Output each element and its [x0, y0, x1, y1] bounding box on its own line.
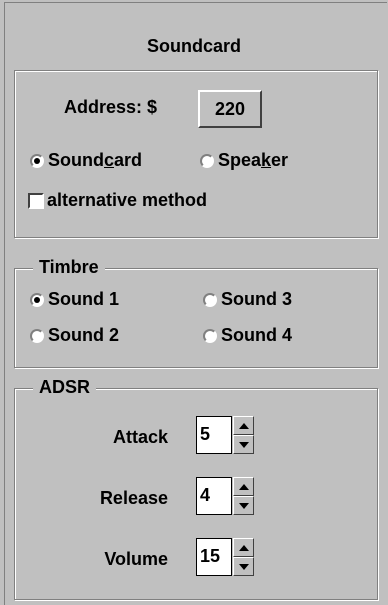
attack-up-button[interactable]	[233, 416, 254, 435]
release-label: Release	[99, 488, 168, 508]
up-arrow-icon	[239, 423, 249, 429]
volume-spinner	[233, 538, 254, 576]
radio-sound-3-label: Sound 3	[221, 289, 292, 309]
radio-sound-4-label: Sound 4	[221, 325, 292, 345]
radio-icon	[203, 293, 217, 308]
radio-soundcard[interactable]: Soundcard	[30, 150, 142, 171]
down-arrow-icon	[239, 564, 249, 570]
adsr-group-label: ADSR	[33, 377, 97, 398]
radio-sound-3[interactable]: Sound 3	[203, 289, 292, 310]
up-arrow-icon	[239, 484, 249, 490]
release-input[interactable]: 4	[196, 477, 232, 515]
address-label: Address: $	[64, 97, 158, 117]
timbre-group-label: Timbre	[33, 257, 105, 278]
checkbox-icon	[28, 193, 44, 210]
radio-icon	[200, 154, 214, 169]
dialog-title: Soundcard	[146, 36, 241, 56]
down-arrow-icon	[239, 503, 249, 509]
timbre-group: Timbre	[14, 257, 378, 368]
release-down-button[interactable]	[233, 496, 254, 515]
alt-method-label: alternative method	[47, 190, 208, 210]
radio-speaker[interactable]: Speaker	[200, 150, 288, 171]
volume-label: Volume	[104, 549, 168, 569]
volume-input[interactable]: 15	[196, 538, 232, 576]
radio-speaker-label: Speaker	[218, 150, 289, 170]
address-value: 220	[214, 99, 246, 119]
up-arrow-icon	[239, 545, 249, 551]
radio-soundcard-label: Soundcard	[48, 150, 143, 170]
radio-icon	[30, 154, 44, 169]
radio-sound-4[interactable]: Sound 4	[203, 325, 292, 346]
attack-down-button[interactable]	[233, 435, 254, 454]
radio-sound-1-label: Sound 1	[48, 289, 119, 309]
radio-sound-1[interactable]: Sound 1	[30, 289, 119, 310]
radio-icon	[30, 329, 44, 344]
attack-spinner	[233, 416, 254, 454]
radio-icon	[203, 329, 217, 344]
attack-input[interactable]: 5	[196, 416, 232, 454]
alt-method-checkbox[interactable]: alternative method	[28, 190, 207, 211]
volume-down-button[interactable]	[233, 557, 254, 576]
address-field[interactable]: 220	[198, 90, 262, 128]
release-up-button[interactable]	[233, 477, 254, 496]
volume-up-button[interactable]	[233, 538, 254, 557]
attack-label: Attack	[112, 427, 168, 447]
radio-sound-2-label: Sound 2	[48, 325, 119, 345]
radio-icon	[30, 293, 44, 308]
down-arrow-icon	[239, 442, 249, 448]
release-spinner	[233, 477, 254, 515]
radio-sound-2[interactable]: Sound 2	[30, 325, 119, 346]
